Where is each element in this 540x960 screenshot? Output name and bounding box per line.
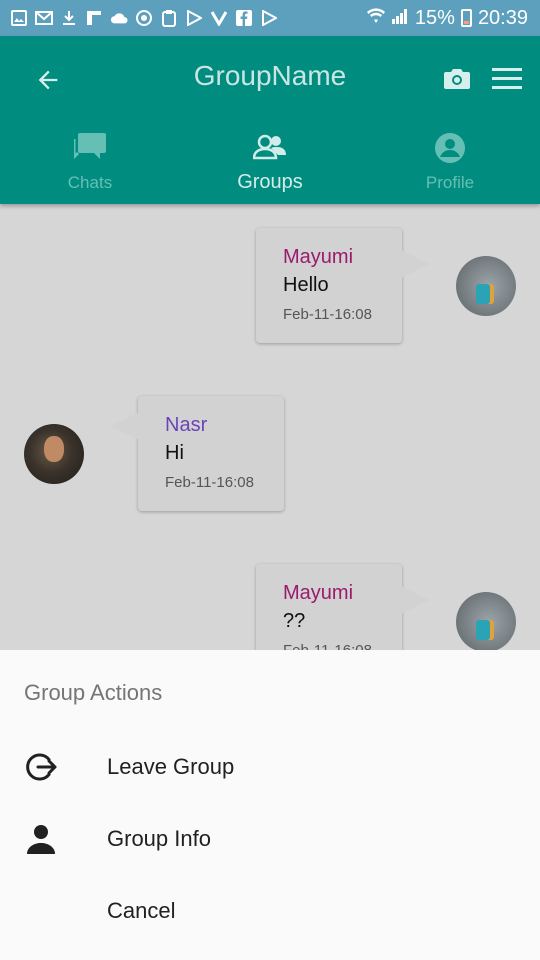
status-bar: 15% 20:39 (0, 0, 540, 36)
flipboard-icon (85, 9, 103, 27)
group-icon (180, 130, 360, 166)
battery-percent: 15% (414, 6, 455, 29)
message-time: Feb-11-16:08 (165, 474, 254, 491)
group-info-button[interactable]: Group Info (0, 804, 540, 876)
vidmate-icon (210, 9, 228, 27)
message-time: Feb-11-16:08 (283, 642, 372, 650)
camera-icon (444, 69, 470, 89)
message-text: Hi (165, 442, 184, 464)
avatar[interactable] (24, 424, 84, 484)
leave-group-label: Leave Group (107, 754, 235, 779)
tab-chats[interactable]: Chats (0, 128, 180, 204)
play-store-icon (185, 9, 203, 27)
signal-icon (391, 7, 409, 30)
logout-icon (24, 750, 58, 784)
chat-bubbles-icon (0, 130, 180, 166)
gallery-icon (10, 9, 28, 27)
message-sender: Mayumi (283, 582, 354, 604)
menu-button[interactable] (488, 60, 526, 98)
wifi-icon (366, 7, 385, 30)
download-icon (60, 9, 78, 27)
gmail-icon (35, 9, 53, 27)
account-circle-icon (360, 130, 540, 166)
hamburger-menu-icon (492, 68, 522, 89)
tab-profile[interactable]: Profile (360, 128, 540, 204)
avatar[interactable] (456, 592, 516, 650)
tab-bar: Chats Groups Profile (0, 128, 540, 204)
group-actions-sheet: Group Actions Leave Group Group Info Can… (0, 650, 540, 960)
cancel-button[interactable]: Cancel (0, 876, 540, 948)
tab-groups-label: Groups (237, 171, 303, 193)
sync-icon (135, 9, 153, 27)
battery-icon (460, 9, 472, 27)
bubble-tail (401, 586, 429, 614)
chat-messages: Mayumi Hello Feb-11-16:08 Nasr Hi Feb-11… (0, 204, 540, 650)
message-bubble[interactable]: Nasr Hi Feb-11-16:08 (111, 396, 284, 511)
clock: 20:39 (477, 6, 528, 29)
bubble-tail (111, 412, 139, 440)
leave-group-button[interactable]: Leave Group (0, 732, 540, 804)
message-text: ?? (283, 610, 306, 632)
status-right: 15% 20:39 (366, 0, 528, 36)
message-time: Feb-11-16:08 (283, 306, 372, 323)
bubble-tail (401, 250, 429, 278)
message-bubble[interactable]: Mayumi ?? Feb-11-16:08 (256, 564, 429, 650)
message-sender: Mayumi (283, 246, 354, 268)
message-text: Hello (283, 274, 329, 296)
camera-button[interactable] (440, 62, 474, 96)
app-toolbar: GroupName Chats Groups Profile (0, 36, 540, 204)
sheet-title: Group Actions (24, 680, 163, 705)
person-icon (24, 822, 58, 856)
message-bubble[interactable]: Mayumi Hello Feb-11-16:08 (256, 228, 429, 343)
group-info-label: Group Info (107, 826, 211, 851)
facebook-icon (235, 9, 253, 27)
cloud-icon (110, 9, 128, 27)
tab-groups[interactable]: Groups (180, 128, 360, 204)
tab-profile-label: Profile (425, 173, 475, 192)
tab-chats-label: Chats (67, 173, 113, 192)
notification-icons (0, 9, 278, 27)
cancel-label: Cancel (107, 898, 176, 923)
clipboard-icon (160, 9, 178, 27)
message-sender: Nasr (165, 414, 208, 436)
play-store-icon (260, 9, 278, 27)
avatar[interactable] (456, 256, 516, 316)
